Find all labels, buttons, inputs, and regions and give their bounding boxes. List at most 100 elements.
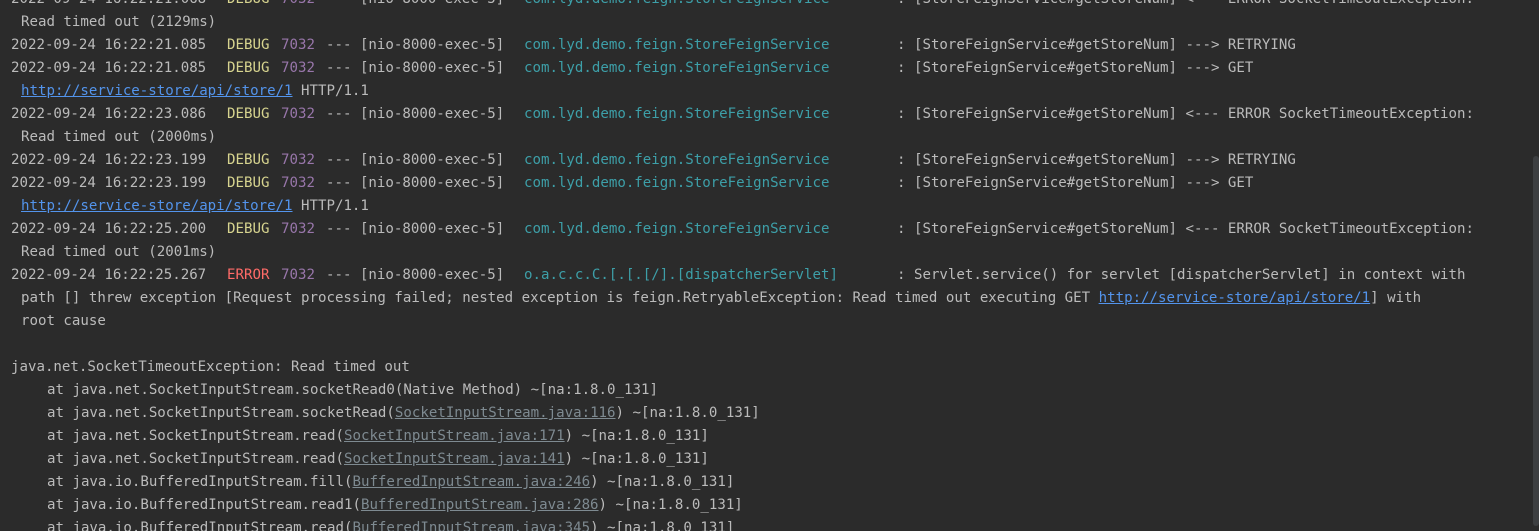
log-line: 2022-09-24 16:22:21.085 DEBUG 7032 --- [… bbox=[0, 34, 1539, 57]
stack-frame: at java.net.SocketInputStream.read(Socke… bbox=[0, 448, 1539, 471]
log-pid: 7032 bbox=[281, 60, 315, 76]
stack-frame: at java.io.BufferedInputStream.read1(Buf… bbox=[0, 494, 1539, 517]
log-timestamp: 2022-09-24 16:22:23.199 bbox=[11, 152, 207, 168]
stack-frame: at java.io.BufferedInputStream.fill(Buff… bbox=[0, 471, 1539, 494]
source-file-link[interactable]: BufferedInputStream.java:286 bbox=[361, 497, 599, 513]
stack-frame-lib: ) ~[na:1.8.0_131] bbox=[598, 497, 743, 513]
stack-frame-method: at java.net.SocketInputStream.socketRead… bbox=[47, 405, 395, 421]
log-line: 2022-09-24 16:22:25.267 ERROR 7032 --- [… bbox=[0, 264, 1539, 287]
log-message-cont: ] with bbox=[1370, 290, 1422, 306]
log-continuation: path [] threw exception [Request process… bbox=[0, 287, 1539, 310]
log-level: DEBUG bbox=[227, 60, 270, 76]
log-timestamp: 2022-09-24 16:22:21.068 bbox=[11, 0, 206, 11]
log-message: : [StoreFeignService#getStoreNum] ---> R… bbox=[897, 152, 1296, 168]
log-logger: com.lyd.demo.feign.StoreFeignService bbox=[524, 152, 830, 168]
log-thread: --- [nio-8000-exec-5] bbox=[326, 221, 505, 237]
log-logger: o.a.c.c.C.[.[.[/].[dispatcherServlet] bbox=[524, 267, 838, 283]
http-version: HTTP/1.1 bbox=[292, 198, 369, 214]
log-level: DEBUG bbox=[227, 175, 270, 191]
stack-frame-method: at java.net.SocketInputStream.read( bbox=[47, 451, 344, 467]
log-timestamp: 2022-09-24 16:22:21.085 bbox=[11, 60, 207, 76]
log-logger: com.lyd.demo.feign.StoreFeignService bbox=[524, 106, 830, 122]
log-logger: com.lyd.demo.feign.StoreFeignService bbox=[524, 175, 830, 191]
scrollbar-thumb[interactable] bbox=[1533, 156, 1539, 526]
vertical-scrollbar[interactable] bbox=[1531, 0, 1539, 531]
log-pid: 7032 bbox=[281, 175, 315, 191]
source-file-link[interactable]: BufferedInputStream.java:345 bbox=[352, 520, 590, 531]
log-timestamp: 2022-09-24 16:22:23.199 bbox=[11, 175, 207, 191]
log-message-cont: path [] threw exception [Request process… bbox=[21, 290, 1099, 306]
source-file-link[interactable]: SocketInputStream.java:171 bbox=[344, 428, 565, 444]
log-pid: 7032 bbox=[281, 152, 315, 168]
stack-frame-method: at java.net.SocketInputStream.socketRead… bbox=[47, 382, 658, 398]
url-link[interactable]: http://service-store/api/store/1 bbox=[21, 83, 293, 99]
source-file-link[interactable]: SocketInputStream.java:141 bbox=[344, 451, 565, 467]
log-pid: 7032 bbox=[281, 221, 315, 237]
log-logger: com.lyd.demo.feign.StoreFeignService bbox=[524, 0, 829, 11]
log-thread: --- [nio-8000-exec-5] bbox=[326, 175, 505, 191]
log-pid: 7032 bbox=[281, 37, 315, 53]
log-level: ERROR bbox=[227, 267, 270, 283]
log-logger: com.lyd.demo.feign.StoreFeignService bbox=[524, 37, 830, 53]
log-thread: --- [nio-8000-exec-5] bbox=[326, 106, 505, 122]
log-message: : [StoreFeignService#getStoreNum] <--- E… bbox=[897, 106, 1474, 122]
url-link[interactable]: http://service-store/api/store/1 bbox=[21, 198, 293, 214]
log-continuation: root cause bbox=[0, 310, 1539, 333]
log-message: : [StoreFeignService#getStoreNum] ---> G… bbox=[897, 175, 1254, 191]
log-line: 2022-09-24 16:22:21.068 DEBUG 7032 --- [… bbox=[0, 0, 1539, 11]
stack-frame-lib: ) ~[na:1.8.0_131] bbox=[590, 474, 735, 490]
log-lines: 2022-09-24 16:22:21.068 DEBUG 7032 --- [… bbox=[0, 0, 1539, 531]
stack-frame-lib: ) ~[na:1.8.0_131] bbox=[564, 451, 709, 467]
stack-frame: at java.net.SocketInputStream.socketRead… bbox=[0, 379, 1539, 402]
log-message: : [StoreFeignService#getStoreNum] ---> R… bbox=[897, 37, 1296, 53]
log-timestamp: 2022-09-24 16:22:25.200 bbox=[11, 221, 207, 237]
stack-frame: at java.net.SocketInputStream.read(Socke… bbox=[0, 425, 1539, 448]
log-message: : [StoreFeignService#getStoreNum] <--- E… bbox=[897, 221, 1474, 237]
log-message-cont: Read timed out (2000ms) bbox=[21, 129, 217, 145]
url-link[interactable]: http://service-store/api/store/1 bbox=[1099, 290, 1371, 306]
stack-frame-method: at java.io.BufferedInputStream.read1( bbox=[47, 497, 361, 513]
log-continuation: Read timed out (2000ms) bbox=[0, 126, 1539, 149]
stack-frame-lib: ) ~[na:1.8.0_131] bbox=[590, 520, 735, 531]
log-line: 2022-09-24 16:22:25.200 DEBUG 7032 --- [… bbox=[0, 218, 1539, 241]
log-pid: 7032 bbox=[281, 0, 315, 11]
log-continuation: http://service-store/api/store/1 HTTP/1.… bbox=[0, 195, 1539, 218]
stack-frame: at java.net.SocketInputStream.socketRead… bbox=[0, 402, 1539, 425]
log-level: DEBUG bbox=[227, 106, 270, 122]
source-file-link[interactable]: BufferedInputStream.java:246 bbox=[352, 474, 590, 490]
stack-frame: at java.io.BufferedInputStream.read(Buff… bbox=[0, 517, 1539, 531]
log-thread: --- [nio-8000-exec-5] bbox=[326, 0, 504, 11]
console-output[interactable]: 2022-09-24 16:22:21.068 DEBUG 7032 --- [… bbox=[0, 0, 1539, 531]
log-thread: --- [nio-8000-exec-5] bbox=[326, 37, 505, 53]
stack-frame-method: at java.io.BufferedInputStream.fill( bbox=[47, 474, 353, 490]
http-version: HTTP/1.1 bbox=[292, 83, 369, 99]
stack-frame-method: at java.net.SocketInputStream.read( bbox=[47, 428, 344, 444]
log-message: : [StoreFeignService#getStoreNum] ---> G… bbox=[897, 60, 1254, 76]
log-message-cont: Read timed out (2001ms) bbox=[21, 244, 217, 260]
log-continuation: Read timed out (2129ms) bbox=[0, 11, 1539, 34]
log-pid: 7032 bbox=[281, 106, 315, 122]
log-level: DEBUG bbox=[227, 221, 270, 237]
log-thread: --- [nio-8000-exec-5] bbox=[326, 152, 505, 168]
log-line: 2022-09-24 16:22:23.199 DEBUG 7032 --- [… bbox=[0, 172, 1539, 195]
source-file-link[interactable]: SocketInputStream.java:116 bbox=[395, 405, 616, 421]
log-timestamp: 2022-09-24 16:22:23.086 bbox=[11, 106, 207, 122]
log-level: DEBUG bbox=[227, 152, 270, 168]
stack-frame-lib: ) ~[na:1.8.0_131] bbox=[615, 405, 760, 421]
log-pid: 7032 bbox=[281, 267, 315, 283]
log-continuation: Read timed out (2001ms) bbox=[0, 241, 1539, 264]
log-level: DEBUG bbox=[227, 0, 269, 11]
log-logger: com.lyd.demo.feign.StoreFeignService bbox=[524, 60, 830, 76]
exception-header: java.net.SocketTimeoutException: Read ti… bbox=[0, 356, 1539, 379]
log-level: DEBUG bbox=[227, 37, 270, 53]
stack-trace: at java.net.SocketInputStream.socketRead… bbox=[0, 379, 1539, 531]
log-thread: --- [nio-8000-exec-5] bbox=[326, 267, 505, 283]
exception-title: java.net.SocketTimeoutException: Read ti… bbox=[11, 359, 410, 375]
log-logger: com.lyd.demo.feign.StoreFeignService bbox=[524, 221, 830, 237]
log-line: 2022-09-24 16:22:23.199 DEBUG 7032 --- [… bbox=[0, 149, 1539, 172]
log-timestamp: 2022-09-24 16:22:25.267 bbox=[11, 267, 207, 283]
log-message: : Servlet.service() for servlet [dispatc… bbox=[897, 267, 1466, 283]
log-thread: --- [nio-8000-exec-5] bbox=[326, 60, 505, 76]
log-line: 2022-09-24 16:22:21.085 DEBUG 7032 --- [… bbox=[0, 57, 1539, 80]
